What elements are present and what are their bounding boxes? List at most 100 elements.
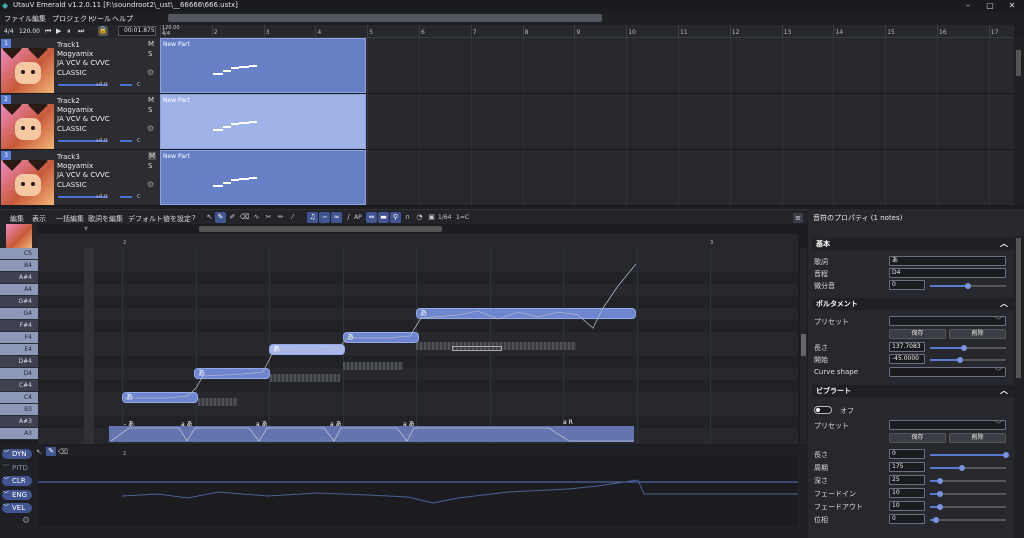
- track-part[interactable]: New Part: [160, 150, 366, 205]
- menu-project[interactable]: プロジェクト: [52, 14, 94, 24]
- piano-key[interactable]: A3: [0, 428, 38, 440]
- editor-menu-batch[interactable]: 一括編集: [56, 214, 84, 224]
- vibrato-param-slider[interactable]: [930, 504, 1006, 510]
- menu-edit[interactable]: 編集: [32, 14, 46, 24]
- basic-section-header[interactable]: 基本 ︿: [812, 238, 1014, 250]
- note-canvas[interactable]: あああああ: [38, 248, 798, 444]
- vibrato-toggle[interactable]: [814, 406, 832, 414]
- track-settings-gear-icon[interactable]: ⚙: [147, 68, 154, 77]
- piano-key[interactable]: B4: [0, 260, 38, 272]
- vibrato-param-input[interactable]: 0: [889, 449, 925, 459]
- select-tool-icon[interactable]: ↖: [204, 212, 215, 223]
- pause-icon[interactable]: ⏸: [67, 27, 71, 36]
- render-icon[interactable]: ▣: [426, 212, 437, 223]
- piano-key[interactable]: A#3: [0, 416, 38, 428]
- maximize-icon[interactable]: ▢: [980, 0, 1000, 12]
- track-number[interactable]: 2: [1, 95, 11, 104]
- track-number[interactable]: 1: [1, 39, 11, 48]
- timeline-ruler[interactable]: 120.00 4/4 1 2 3 4 5 6 7 8 9 10 11 12 13 14 15 16 17: [160, 25, 1014, 38]
- track-singer[interactable]: Mogyamix: [57, 106, 93, 114]
- track-singer[interactable]: Mogyamix: [57, 162, 93, 170]
- mute-button[interactable]: M: [148, 152, 157, 160]
- track-part[interactable]: New Part: [160, 94, 366, 149]
- editor-menu-view[interactable]: 表示: [32, 214, 46, 224]
- track-number[interactable]: 3: [1, 151, 11, 160]
- skip-start-icon[interactable]: ⏮: [45, 27, 51, 36]
- editor-menu-lyrics[interactable]: 歌詞を編集: [88, 214, 123, 224]
- expression-tab[interactable]: ﹀ VEL: [2, 503, 32, 513]
- piano-key[interactable]: C5: [0, 248, 38, 260]
- vibrato-param-slider[interactable]: [930, 465, 1006, 471]
- close-icon[interactable]: ✕: [1002, 0, 1022, 12]
- phoneme-label[interactable]: a あ: [256, 419, 268, 428]
- phoneme-label[interactable]: a あ: [181, 419, 193, 428]
- expression-tab[interactable]: ﹀ DYN: [2, 449, 32, 459]
- exp-select-icon[interactable]: ↖: [36, 448, 42, 456]
- pitch-offset-slider[interactable]: [930, 283, 1006, 289]
- piano-key[interactable]: D4: [0, 368, 38, 380]
- portamento-start-slider[interactable]: [930, 357, 1006, 363]
- piano-key[interactable]: G4: [0, 308, 38, 320]
- portamento-start-input[interactable]: -45.0000: [889, 354, 925, 364]
- pitch-offset-input[interactable]: 0: [889, 280, 925, 290]
- menu-tools[interactable]: ツール: [90, 14, 111, 24]
- piano-key[interactable]: A4: [0, 284, 38, 296]
- phoneme-label[interactable]: a R: [563, 419, 573, 426]
- vibrato-param-input[interactable]: 25: [889, 475, 925, 485]
- piano-key[interactable]: F#4: [0, 320, 38, 332]
- panel-toggle-icon[interactable]: ≡: [793, 213, 803, 223]
- solo-button[interactable]: S: [148, 50, 152, 58]
- play-tone-icon[interactable]: ◔: [414, 212, 425, 223]
- menu-file[interactable]: ファイル: [4, 14, 32, 24]
- track-settings-gear-icon[interactable]: ⚙: [147, 124, 154, 133]
- play-icon[interactable]: ▶: [56, 27, 61, 35]
- vibrato-param-slider[interactable]: [930, 452, 1009, 458]
- pan-slider[interactable]: [120, 84, 132, 86]
- vibrato-param-slider[interactable]: [930, 517, 1006, 523]
- vibrato-save-button[interactable]: 保存: [889, 433, 946, 443]
- piano-key[interactable]: D#4: [0, 356, 38, 368]
- tone-input[interactable]: D4: [889, 268, 1006, 278]
- track-name[interactable]: Track1: [57, 41, 80, 49]
- curve-shape-select[interactable]: ﹀: [889, 367, 1006, 377]
- pen-tool-icon[interactable]: ✎: [215, 212, 226, 223]
- key-signature[interactable]: 1=C: [456, 214, 469, 221]
- track-settings-gear-icon[interactable]: ⚙: [147, 180, 154, 189]
- overwrite-pitch-icon[interactable]: ✏: [275, 212, 286, 223]
- piano-key[interactable]: C#4: [0, 380, 38, 392]
- piano-key[interactable]: B3: [0, 404, 38, 416]
- auto-scroll-icon[interactable]: ⚲: [390, 212, 401, 223]
- track-part[interactable]: New Part: [160, 38, 366, 93]
- track-header[interactable]: 1 Track1 Mogyamix JA VCV & CVVC CLASSIC M S ⚙ +0…: [0, 38, 160, 94]
- vibrato-param-slider[interactable]: [930, 478, 1006, 484]
- track-phonemizer[interactable]: JA VCV & CVVC: [57, 59, 110, 67]
- portamento-section-header[interactable]: ポルタメント ︿: [812, 298, 1014, 310]
- phoneme-label[interactable]: a あ: [403, 419, 415, 428]
- bpm-value[interactable]: 120.00: [19, 28, 40, 35]
- singer-avatar[interactable]: [1, 48, 54, 93]
- pan-slider[interactable]: [120, 140, 132, 142]
- track-phonemizer[interactable]: JA VCV & CVVC: [57, 115, 110, 123]
- expression-graph[interactable]: 2: [38, 451, 798, 526]
- mute-button[interactable]: M: [148, 40, 154, 48]
- track-renderer[interactable]: CLASSIC: [57, 125, 87, 133]
- phoneme-strip[interactable]: [109, 426, 634, 442]
- vibrato-preset-select[interactable]: ﹀: [889, 420, 1006, 430]
- snap-division[interactable]: 1/64: [438, 214, 451, 221]
- props-scrollbar[interactable]: [1014, 236, 1024, 538]
- piano-key[interactable]: A#4: [0, 272, 38, 284]
- track-phonemizer[interactable]: JA VCV & CVVC: [57, 171, 110, 179]
- vibrato-param-input[interactable]: 0: [889, 514, 925, 524]
- singer-avatar[interactable]: [1, 104, 54, 149]
- portamento-save-button[interactable]: 保存: [889, 329, 946, 339]
- piano-key[interactable]: E4: [0, 344, 38, 356]
- track-renderer[interactable]: CLASSIC: [57, 69, 87, 77]
- eraser-tool-icon[interactable]: ⌫: [239, 212, 250, 223]
- skip-end-icon[interactable]: ⏭: [78, 27, 84, 36]
- vibrato-param-slider[interactable]: [930, 491, 1006, 497]
- portamento-length-slider[interactable]: [930, 345, 1006, 351]
- solo-button[interactable]: S: [148, 106, 152, 114]
- expression-tab[interactable]: ﹀ CLR: [2, 476, 32, 486]
- menu-help[interactable]: ヘルプ: [112, 14, 133, 24]
- pan-slider[interactable]: [120, 196, 132, 198]
